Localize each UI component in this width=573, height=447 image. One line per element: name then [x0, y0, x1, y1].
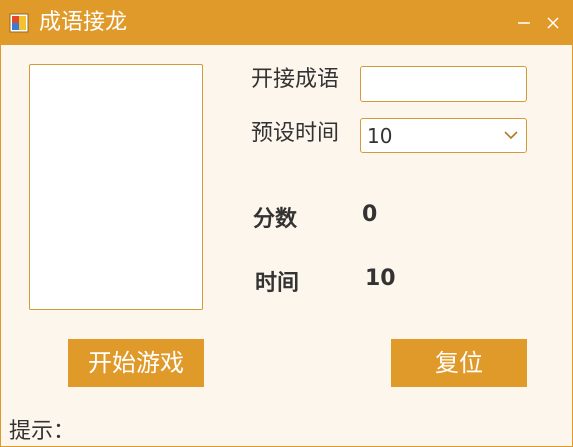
app-window: 成语接龙 开接成语 预设时间 10 分数 0 时间 10 开始游戏 复位 提示：	[0, 0, 573, 447]
time-label: 时间	[255, 271, 300, 296]
minimize-icon[interactable]	[513, 12, 535, 34]
reset-button[interactable]: 复位	[391, 339, 527, 387]
idiom-list[interactable]	[29, 64, 203, 310]
hint-label: 提示：	[9, 419, 76, 444]
score-label: 分数	[253, 207, 298, 232]
preset-time-label: 预设时间	[251, 121, 340, 146]
start-idiom-input[interactable]	[360, 66, 527, 102]
start-game-button[interactable]: 开始游戏	[68, 339, 204, 387]
score-value: 0	[362, 202, 378, 227]
window-title: 成语接龙	[39, 10, 128, 35]
app-icon	[9, 13, 29, 33]
title-bar: 成语接龙	[1, 1, 572, 45]
preset-time-value: 10	[367, 124, 393, 148]
close-icon[interactable]	[542, 12, 564, 34]
start-idiom-label: 开接成语	[251, 67, 340, 92]
preset-time-select[interactable]: 10	[360, 118, 527, 153]
time-value: 10	[365, 266, 396, 291]
chevron-down-icon[interactable]	[504, 129, 518, 141]
